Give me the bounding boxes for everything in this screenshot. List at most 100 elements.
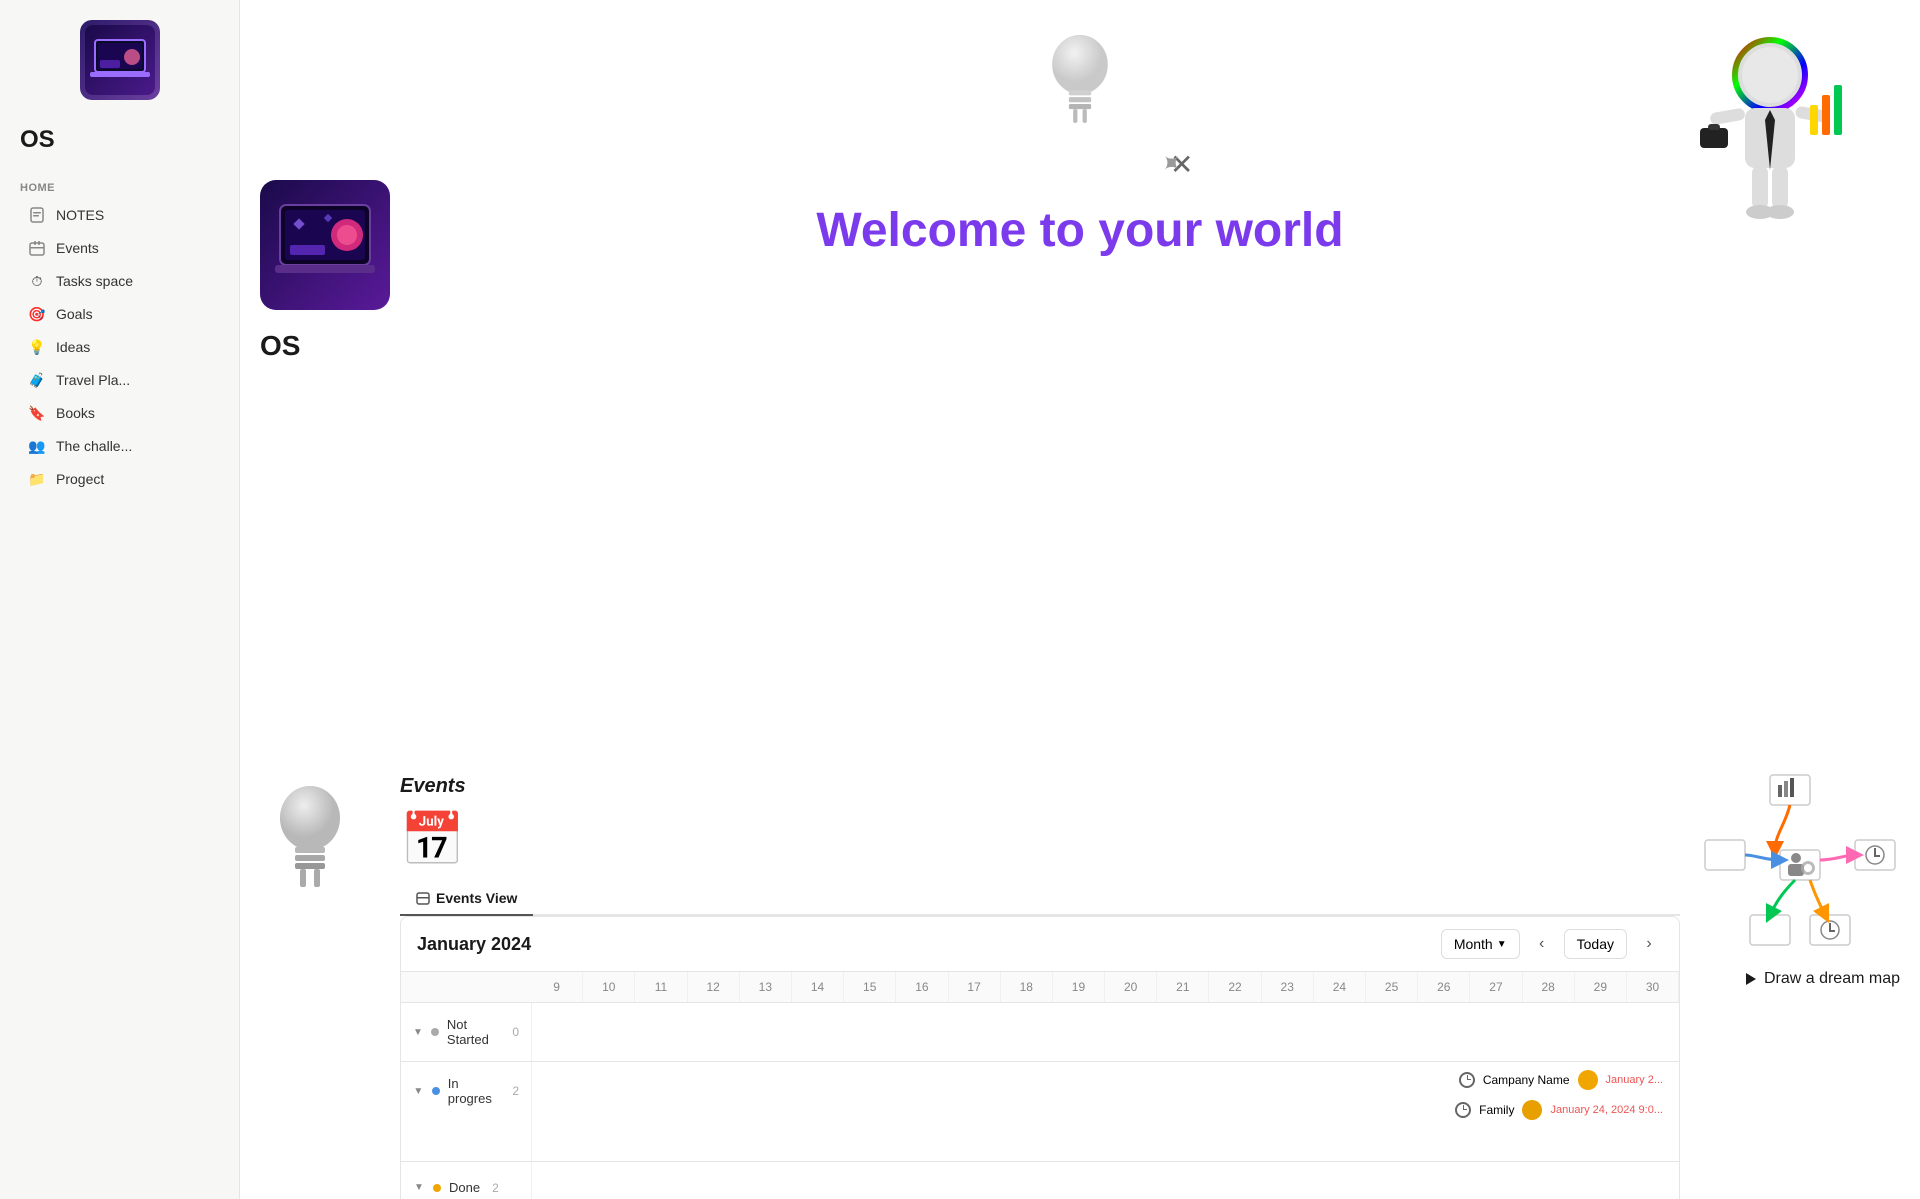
done-row: ▼ Done 2 <box>401 1162 1679 1199</box>
date-cells: 9101112131415161718192021222324252627282… <box>531 972 1679 1002</box>
travel-label: Travel Pla... <box>56 372 130 388</box>
family-event[interactable]: Family January 24, 2024 9:0... <box>1455 1100 1663 1120</box>
os-label: OS <box>260 330 300 362</box>
sidebar-brand: OS <box>0 118 239 174</box>
hero-title-accent: world <box>1216 204 1344 257</box>
date-cell: 15 <box>844 972 896 1002</box>
challenge-icon: 👥 <box>28 437 46 455</box>
tasks-icon: ⏱ <box>28 272 46 290</box>
books-icon: 🔖 <box>28 404 46 422</box>
business-figure-decoration <box>1680 20 1860 240</box>
not-started-row: ▼ Not Started 0 <box>401 1003 1679 1062</box>
events-tab-bar: Events View <box>400 882 1680 916</box>
company-event-date: January 2... <box>1606 1074 1663 1086</box>
company-avatar <box>1578 1070 1598 1090</box>
date-cell: 17 <box>949 972 1001 1002</box>
date-cell: 25 <box>1366 972 1418 1002</box>
in-progress-toggle[interactable]: ▼ <box>413 1085 424 1097</box>
date-cell: 22 <box>1209 972 1261 1002</box>
dream-map-label: Draw a dream map <box>1764 970 1900 988</box>
calendar-tab-icon <box>416 891 430 905</box>
sidebar-item-tasks[interactable]: ⏱ Tasks space <box>8 265 231 297</box>
tab-events-view[interactable]: Events View <box>400 882 533 916</box>
company-event-name: Campany Name <box>1483 1073 1570 1087</box>
ideas-icon: 💡 <box>28 338 46 356</box>
date-cell: 16 <box>896 972 948 1002</box>
date-cell: 9 <box>531 972 583 1002</box>
sidebar-item-travel[interactable]: 🧳 Travel Pla... <box>8 364 231 396</box>
play-icon <box>1746 973 1756 985</box>
date-cell: 21 <box>1157 972 1209 1002</box>
date-cell: 14 <box>792 972 844 1002</box>
not-started-label: ▼ Not Started 0 <box>401 1003 531 1061</box>
month-dropdown[interactable]: Month ▼ <box>1441 929 1520 959</box>
date-cell: 12 <box>688 972 740 1002</box>
date-cell: 29 <box>1575 972 1627 1002</box>
date-cell: 27 <box>1470 972 1522 1002</box>
date-cell: 30 <box>1627 972 1679 1002</box>
dream-map-link[interactable]: Draw a dream map <box>1746 970 1900 988</box>
done-cells <box>531 1162 1679 1199</box>
books-label: Books <box>56 405 95 421</box>
today-button[interactable]: Today <box>1564 929 1627 959</box>
goals-label: Goals <box>56 306 93 322</box>
company-event[interactable]: Campany Name January 2... <box>1459 1070 1663 1090</box>
calendar-icon: 📅 <box>400 814 465 866</box>
sidebar-item-notes[interactable]: NOTES <box>8 199 231 231</box>
sidebar-item-goals[interactable]: 🎯 Goals <box>8 298 231 330</box>
done-label: ▼ Done 2 <box>401 1162 531 1199</box>
not-started-toggle[interactable]: ▼ <box>413 1026 423 1038</box>
right-panel: Draw a dream map <box>240 380 480 620</box>
sidebar-item-books[interactable]: 🔖 Books <box>8 397 231 429</box>
sidebar-item-challenge[interactable]: 👥 The challe... <box>8 430 231 462</box>
in-progress-label: ▼ In progres 2 <box>401 1062 531 1120</box>
notes-label: NOTES <box>56 207 104 223</box>
calendar-header: January 2024 Month ▼ ‹ Today › <box>401 917 1679 972</box>
date-cell: 11 <box>635 972 687 1002</box>
travel-icon: 🧳 <box>28 371 46 389</box>
sidebar-logo <box>80 20 160 100</box>
not-started-cells <box>531 1003 1679 1061</box>
sidebar-item-ideas[interactable]: 💡 Ideas <box>8 331 231 363</box>
notes-icon <box>28 206 46 224</box>
tasks-label: Tasks space <box>56 273 133 289</box>
in-progress-dot <box>432 1087 440 1095</box>
prev-month-button[interactable]: ‹ <box>1528 930 1556 958</box>
in-progress-cells: Campany Name January 2... Family January… <box>531 1062 1679 1161</box>
sidebar-section-label: HOME <box>0 174 239 198</box>
bulb-top-decoration <box>1040 20 1120 145</box>
family-avatar <box>1522 1100 1542 1120</box>
sidebar-item-project[interactable]: 📁 Progect <box>8 463 231 495</box>
date-cell: 20 <box>1105 972 1157 1002</box>
bulb-left-decoration <box>260 770 360 910</box>
sidebar: OS HOME NOTES Events ⏱ Tasks space 🎯 <box>0 0 240 1199</box>
date-cell: 13 <box>740 972 792 1002</box>
events-label: Events <box>56 240 99 256</box>
hero-title-container: Welcome to your world <box>816 203 1343 258</box>
date-cell: 10 <box>583 972 635 1002</box>
lower-section: Events 📅 Events View <box>240 380 1920 620</box>
hero-title-prefix: Welcome to your <box>816 204 1215 257</box>
process-diagram-decoration <box>1700 770 1900 950</box>
family-event-name: Family <box>1479 1103 1514 1117</box>
date-cell: 28 <box>1523 972 1575 1002</box>
calendar-navigation: Month ▼ ‹ Today › <box>1441 929 1663 959</box>
chevron-down-icon: ▼ <box>1497 939 1507 950</box>
main-content: Welcome to your world ✕ ✦ <box>240 0 1920 1199</box>
next-month-button[interactable]: › <box>1635 930 1663 958</box>
date-cell: 18 <box>1001 972 1053 1002</box>
events-icon <box>28 239 46 257</box>
laptop-card-decoration <box>260 180 390 310</box>
done-toggle[interactable]: ▼ <box>413 1182 425 1194</box>
clock-icon-1 <box>1459 1072 1475 1088</box>
events-icon-row: 📅 <box>400 814 1680 866</box>
date-cell: 24 <box>1314 972 1366 1002</box>
calendar-month-label: January 2024 <box>417 934 531 955</box>
done-dot <box>433 1184 441 1192</box>
date-header-row: 9101112131415161718192021222324252627282… <box>401 972 1679 1003</box>
sidebar-item-events[interactable]: Events <box>8 232 231 264</box>
challenge-label: The challe... <box>56 438 132 454</box>
calendar-widget: January 2024 Month ▼ ‹ Today › <box>400 916 1680 1199</box>
clock-icon-2 <box>1455 1102 1471 1118</box>
hero-section: Welcome to your world ✕ ✦ <box>240 0 1920 380</box>
